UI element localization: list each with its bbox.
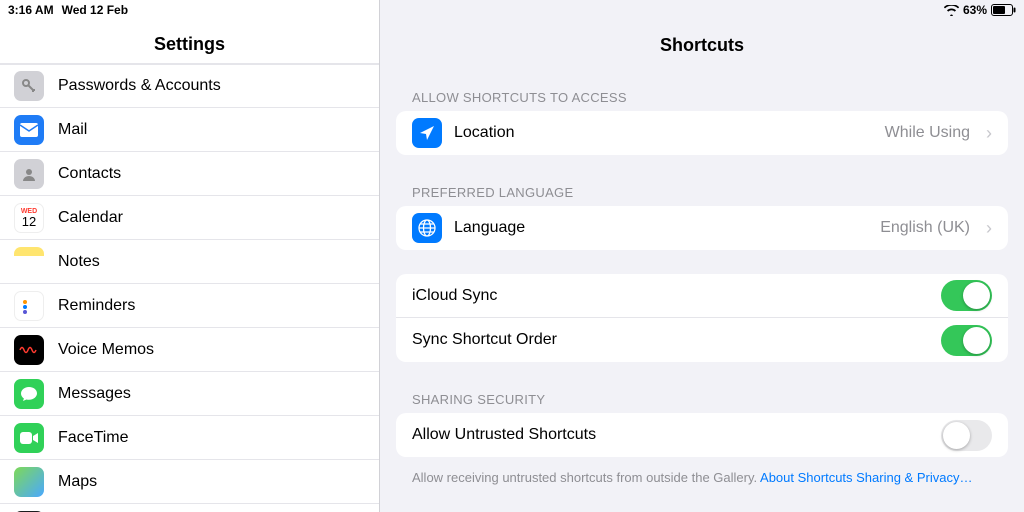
globe-icon: [412, 213, 442, 243]
sidebar-list[interactable]: Passwords & Accounts Mail Contacts WED12…: [0, 64, 379, 512]
status-date: Wed 12 Feb: [62, 3, 128, 17]
voice-memos-icon: [14, 335, 44, 365]
calendar-icon: WED12: [14, 203, 44, 233]
row-allow-untrusted: Allow Untrusted Shortcuts: [396, 413, 1008, 457]
row-value: English (UK): [880, 219, 970, 237]
sidebar-item-label: Voice Memos: [58, 341, 154, 359]
toggle-allow-untrusted[interactable]: [941, 420, 992, 451]
section-footer-security: Allow receiving untrusted shortcuts from…: [396, 463, 1008, 493]
about-shortcuts-link[interactable]: About Shortcuts Sharing & Privacy…: [760, 470, 972, 485]
sidebar-item-label: Messages: [58, 385, 131, 403]
section-header-access: Allow Shortcuts to Access: [396, 84, 1008, 111]
sidebar-item-mail[interactable]: Mail: [0, 108, 379, 152]
row-label: Location: [454, 124, 873, 142]
row-sync-order: Sync Shortcut Order: [396, 318, 1008, 362]
sidebar-item-label: Passwords & Accounts: [58, 77, 221, 95]
messages-icon: [14, 379, 44, 409]
sidebar-item-label: Reminders: [58, 297, 135, 315]
battery-icon: [991, 4, 1016, 16]
chevron-right-icon: ›: [986, 123, 992, 144]
sidebar-item-contacts[interactable]: Contacts: [0, 152, 379, 196]
maps-icon: [14, 467, 44, 497]
row-label: Sync Shortcut Order: [412, 331, 929, 349]
row-label: iCloud Sync: [412, 287, 929, 305]
battery-percent: 63%: [963, 3, 987, 17]
sidebar-item-measure[interactable]: Measure: [0, 504, 379, 512]
sidebar-item-passwords-accounts[interactable]: Passwords & Accounts: [0, 64, 379, 108]
sidebar-item-reminders[interactable]: Reminders: [0, 284, 379, 328]
sidebar-item-label: Mail: [58, 121, 87, 139]
sidebar-item-voice-memos[interactable]: Voice Memos: [0, 328, 379, 372]
status-time: 3:16 AM: [8, 3, 54, 17]
toggle-icloud-sync[interactable]: [941, 280, 992, 311]
chevron-right-icon: ›: [986, 218, 992, 239]
sidebar-item-label: FaceTime: [58, 429, 129, 447]
sidebar-item-label: Calendar: [58, 209, 123, 227]
mail-icon: [14, 115, 44, 145]
sidebar-item-facetime[interactable]: FaceTime: [0, 416, 379, 460]
detail-pane: Shortcuts Allow Shortcuts to Access Loca…: [380, 0, 1024, 512]
sidebar-item-maps[interactable]: Maps: [0, 460, 379, 504]
sidebar-item-label: Notes: [58, 253, 100, 271]
contacts-icon: [14, 159, 44, 189]
section-header-security: Sharing Security: [396, 386, 1008, 413]
row-icloud-sync: iCloud Sync: [396, 274, 1008, 318]
sidebar-item-notes[interactable]: Notes: [0, 240, 379, 284]
sidebar-item-calendar[interactable]: WED12 Calendar: [0, 196, 379, 240]
row-location[interactable]: Location While Using ›: [396, 111, 1008, 155]
reminders-icon: [14, 291, 44, 321]
section-header-language: Preferred Language: [396, 179, 1008, 206]
toggle-sync-order[interactable]: [941, 325, 992, 356]
settings-sidebar: Settings Passwords & Accounts Mail Conta…: [0, 0, 380, 512]
key-icon: [14, 71, 44, 101]
row-label: Language: [454, 219, 868, 237]
row-language[interactable]: Language English (UK) ›: [396, 206, 1008, 250]
sidebar-item-label: Contacts: [58, 165, 121, 183]
location-icon: [412, 118, 442, 148]
footer-text: Allow receiving untrusted shortcuts from…: [412, 470, 760, 485]
sidebar-item-label: Maps: [58, 473, 97, 491]
row-label: Allow Untrusted Shortcuts: [412, 426, 929, 444]
row-value: While Using: [885, 124, 970, 142]
sidebar-item-messages[interactable]: Messages: [0, 372, 379, 416]
status-bar: 3:16 AM Wed 12 Feb 63%: [0, 0, 1024, 20]
notes-icon: [14, 247, 44, 277]
facetime-icon: [14, 423, 44, 453]
wifi-icon: [944, 5, 959, 16]
